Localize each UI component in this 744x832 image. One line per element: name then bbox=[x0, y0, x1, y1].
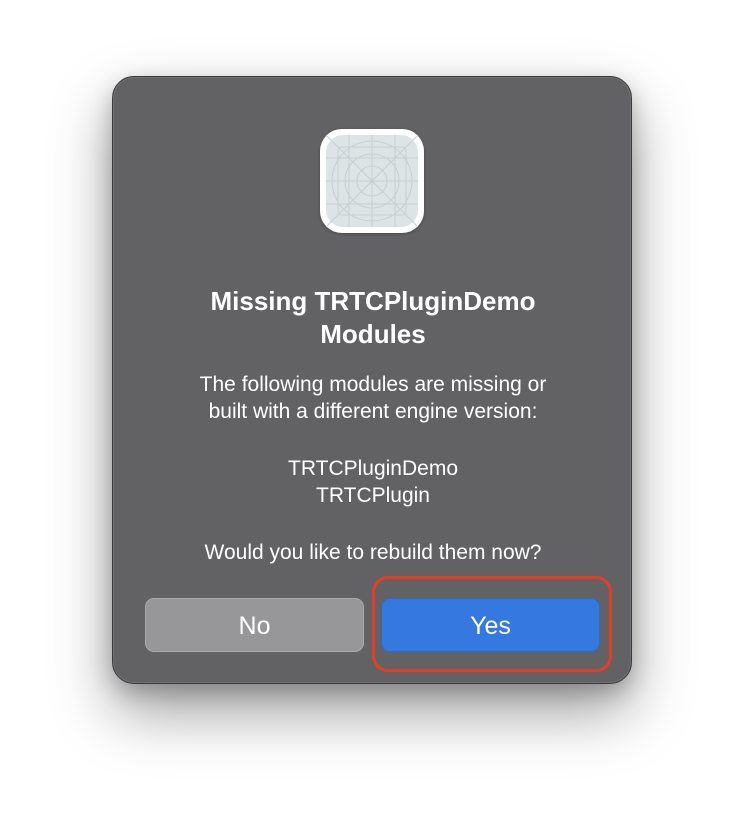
rebuild-question: Would you like to rebuild them now? bbox=[204, 541, 542, 564]
screenshot-stage: Missing TRTCPluginDemo Modules The follo… bbox=[0, 0, 744, 832]
yes-button[interactable]: Yes bbox=[381, 598, 600, 652]
app-placeholder-icon bbox=[320, 129, 424, 233]
no-button[interactable]: No bbox=[145, 598, 364, 652]
missing-modules-dialog: Missing TRTCPluginDemo Modules The follo… bbox=[112, 76, 632, 684]
dialog-title-line2: Modules bbox=[320, 319, 426, 349]
message-line1: The following modules are missing or bbox=[199, 373, 547, 396]
dialog-title-line1: Missing TRTCPluginDemo bbox=[210, 286, 536, 316]
module-name: TRTCPlugin bbox=[316, 484, 430, 507]
dialog-title: Missing TRTCPluginDemo Modules bbox=[153, 285, 593, 351]
message-line2: built with a different engine version: bbox=[208, 400, 538, 423]
module-name: TRTCPluginDemo bbox=[288, 457, 458, 480]
app-icon-grid-graphic bbox=[326, 135, 418, 227]
